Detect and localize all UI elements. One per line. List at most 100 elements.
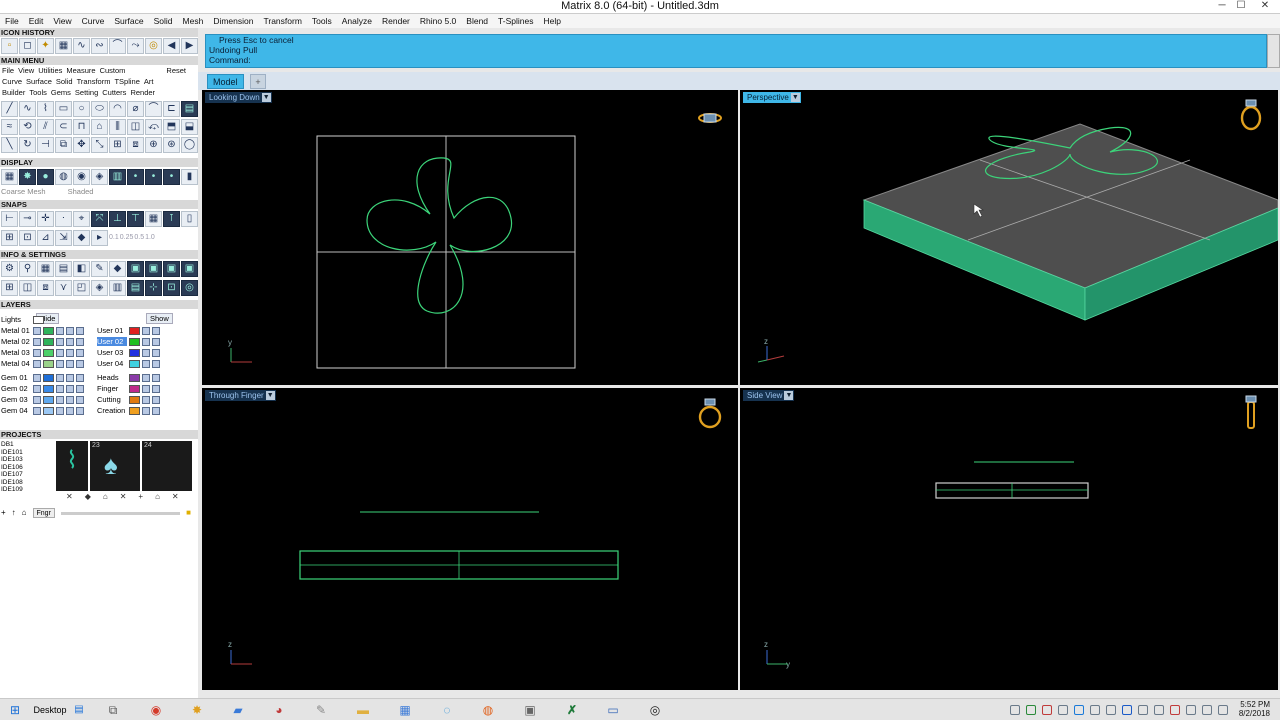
layer-color-swatch[interactable] (43, 359, 54, 368)
menu-rhino[interactable]: Rhino 5.0 (415, 14, 461, 28)
menu-help[interactable]: Help (538, 14, 565, 28)
project-item[interactable]: IDE107 (1, 471, 51, 479)
lock-icon[interactable]: ⌂ (155, 492, 160, 502)
excel-icon[interactable]: ✗ (563, 702, 581, 718)
tray-icon[interactable] (1058, 705, 1068, 715)
command-prompt[interactable]: Command: (209, 55, 1266, 65)
layer-lock-icon[interactable] (33, 395, 41, 404)
layer-lock-icon[interactable] (76, 373, 84, 382)
copy-icon[interactable]: ⧉ (55, 137, 72, 153)
layer-gem-01[interactable]: Gem 01 (1, 372, 84, 383)
menu-blend[interactable]: Blend (461, 14, 493, 28)
forward-arrow-icon[interactable]: ▶ (181, 38, 198, 54)
layer-color-swatch[interactable] (43, 395, 54, 404)
main-view[interactable]: View (18, 66, 34, 76)
layer-lock-icon[interactable] (152, 384, 160, 393)
viewport-dropdown-icon[interactable]: ▼ (784, 391, 794, 400)
firefox-icon[interactable]: ◍ (479, 702, 497, 718)
main-file[interactable]: File (2, 66, 14, 76)
layer-lock-icon[interactable] (66, 373, 74, 382)
menu-tools[interactable]: Tools (307, 14, 337, 28)
layer-lock-icon[interactable] (152, 326, 160, 335)
loop-icon[interactable]: ⟲ (19, 119, 36, 135)
menu-curve[interactable]: Curve (77, 14, 110, 28)
maximize-button[interactable]: ☐ (1232, 0, 1250, 13)
file-explorer-icon[interactable]: ▬ (354, 702, 372, 718)
project-thumbnail-2[interactable]: 23 ♠ (90, 441, 140, 491)
ghosted-icon[interactable]: ◉ (73, 169, 90, 185)
network-icon[interactable] (1186, 705, 1196, 715)
layer-lock-icon[interactable] (56, 384, 64, 393)
text-tool-icon[interactable]: ⌒ (145, 101, 162, 117)
layer-color-swatch[interactable] (43, 326, 54, 335)
layer-color-swatch[interactable] (43, 373, 54, 382)
snap-end-icon[interactable]: ⊢ (1, 211, 18, 227)
sub-render[interactable]: Render (130, 88, 155, 98)
scale-icon[interactable]: ⤡ (91, 137, 108, 153)
dot-3-icon[interactable]: • (163, 169, 180, 185)
cap-icon[interactable]: ⬓ (181, 119, 198, 135)
photos-icon[interactable]: ▭ (604, 702, 622, 718)
polyline-icon[interactable]: ⤳ (127, 38, 144, 54)
wireframe-icon[interactable]: ▦ (1, 169, 18, 185)
circle-icon[interactable]: ◎ (145, 38, 162, 54)
project-item[interactable]: DB1 (1, 441, 51, 449)
snap-disable-icon[interactable]: ◆ (73, 230, 90, 246)
curve-icon[interactable]: ∿ (73, 38, 90, 54)
tray-icon[interactable] (1154, 705, 1164, 715)
layer-lock-icon[interactable] (142, 348, 150, 357)
layer-lock-icon[interactable] (142, 406, 150, 415)
snap-ortho-icon[interactable]: ⊺ (163, 211, 180, 227)
extrude-icon[interactable]: ⬒ (163, 119, 180, 135)
grid-settings-icon[interactable]: ▦ (37, 261, 54, 277)
rectangle-icon[interactable]: ▭ (55, 101, 72, 117)
layer-finger[interactable]: Finger (97, 383, 160, 394)
snap-grid-icon[interactable]: ▦ (145, 211, 162, 227)
sub-gems[interactable]: Gems (51, 88, 71, 98)
command-area[interactable]: Press Esc to cancel Undoing Pull Command… (205, 34, 1267, 68)
tab-model[interactable]: Model (207, 74, 244, 89)
spline-icon[interactable]: ∾ (91, 38, 108, 54)
split-icon[interactable]: ⊣ (37, 137, 54, 153)
line-icon[interactable]: ╱ (1, 101, 18, 117)
viewport-dropdown-icon[interactable]: ▼ (790, 93, 800, 102)
project-item[interactable]: IDE106 (1, 464, 51, 472)
layer-color-swatch[interactable] (129, 359, 140, 368)
orient-icon[interactable]: ⊛ (163, 137, 180, 153)
edit-icon[interactable]: ✎ (91, 261, 108, 277)
layer-lock-icon[interactable] (152, 337, 160, 346)
display-mode-coarse[interactable]: Coarse Mesh (1, 187, 46, 197)
layer-lock-icon[interactable] (152, 406, 160, 415)
layer-lock-icon[interactable] (142, 326, 150, 335)
snap-point-icon[interactable]: ✛ (37, 211, 54, 227)
lighting-icon[interactable]: ▥ (109, 169, 126, 185)
sweep-icon[interactable]: ⫽ (37, 119, 54, 135)
layer-lock-icon[interactable] (66, 337, 74, 346)
sub-tspline[interactable]: TSpline (114, 77, 139, 87)
scene-icon[interactable]: ◫ (19, 280, 36, 296)
layer-lock-icon[interactable] (76, 337, 84, 346)
layer-user-04[interactable]: User 04 (97, 358, 160, 369)
snap-project-icon[interactable]: ⇲ (55, 230, 72, 246)
layer-lock-icon[interactable] (56, 373, 64, 382)
windows-app-icon[interactable]: ⧉ (104, 702, 122, 718)
snap-perp-icon[interactable]: ⊥ (109, 211, 126, 227)
light-icon[interactable]: ◈ (91, 280, 108, 296)
layer-lock-icon[interactable] (66, 326, 74, 335)
dot-2-icon[interactable]: • (145, 169, 162, 185)
add-icon[interactable]: + (138, 492, 143, 502)
info-7-icon[interactable]: ⊡ (163, 280, 180, 296)
layer-lock-icon[interactable] (142, 359, 150, 368)
layer-lock-icon[interactable] (33, 348, 41, 357)
delete-icon[interactable]: ✕ (66, 492, 73, 502)
gem-info-icon[interactable]: ◆ (109, 261, 126, 277)
layer-metal-02[interactable]: Metal 02 (1, 336, 84, 347)
snap-int-icon[interactable]: ⤧ (91, 211, 108, 227)
ring-side-view-icon[interactable] (1245, 395, 1257, 429)
viewport-dropdown-icon[interactable]: ▼ (265, 391, 275, 400)
layer-color-swatch[interactable] (129, 348, 140, 357)
band-icon[interactable]: ◫ (127, 119, 144, 135)
info-4-icon[interactable]: ▣ (181, 261, 198, 277)
snap-mid-icon[interactable]: ⋅ (55, 211, 72, 227)
array-icon[interactable]: ⊞ (109, 137, 126, 153)
